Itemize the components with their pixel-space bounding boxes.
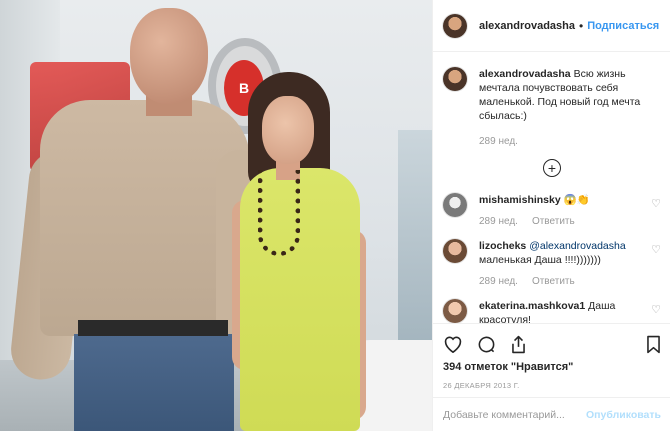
comment-item: ekaterina.mashkova1 Даша красотуля! ♡ bbox=[443, 299, 661, 323]
post-photo[interactable]: В bbox=[0, 0, 432, 431]
comment-like-icon[interactable]: ♡ bbox=[647, 243, 661, 289]
reply-button[interactable]: Ответить bbox=[532, 275, 575, 289]
post-comment-button[interactable]: Опубликовать bbox=[586, 409, 661, 421]
author-avatar[interactable] bbox=[443, 13, 467, 38]
load-more-comments-button[interactable]: + bbox=[443, 159, 661, 177]
follow-button[interactable]: Подписаться bbox=[587, 20, 659, 32]
comment-icon[interactable] bbox=[477, 335, 496, 354]
woman-necklace bbox=[258, 170, 300, 256]
caption-avatar[interactable] bbox=[443, 67, 467, 91]
comment-body: ekaterina.mashkova1 Даша красотуля! bbox=[479, 299, 641, 323]
comment-input[interactable] bbox=[443, 408, 587, 421]
comment-meta: 289 нед. Ответить bbox=[479, 275, 641, 289]
comment-time[interactable]: 289 нед. bbox=[479, 215, 518, 229]
comment-mention[interactable]: @alexandrovadasha bbox=[529, 240, 625, 252]
heart-icon[interactable] bbox=[443, 335, 463, 353]
post-actions: 394 отметок "Нравится" 26 ДЕКАБРЯ 2013 Г… bbox=[433, 323, 670, 390]
caption-meta: 289 нед. bbox=[479, 135, 661, 149]
post-sidebar: alexandrovadasha • Подписаться alexandro… bbox=[432, 0, 670, 431]
man-head bbox=[130, 8, 208, 104]
comment-avatar[interactable] bbox=[443, 239, 467, 263]
comments-list[interactable]: alexandrovadasha Всю жизнь мечтала почув… bbox=[433, 53, 670, 323]
background-window bbox=[398, 130, 432, 370]
caption-username[interactable]: alexandrovadasha bbox=[479, 68, 571, 80]
man-jeans bbox=[74, 334, 234, 431]
action-icons bbox=[443, 330, 661, 358]
comment-text: маленькая Даша !!!!))))))) bbox=[479, 254, 601, 266]
add-comment-bar: Опубликовать bbox=[433, 397, 670, 431]
comment-avatar[interactable] bbox=[443, 299, 467, 323]
reply-button[interactable]: Ответить bbox=[532, 215, 575, 229]
share-icon[interactable] bbox=[510, 335, 527, 354]
likes-count[interactable]: 394 отметок "Нравится" bbox=[443, 361, 661, 373]
comment-like-icon[interactable]: ♡ bbox=[647, 197, 661, 229]
plus-circle-icon[interactable]: + bbox=[543, 159, 561, 177]
comment-time[interactable]: 289 нед. bbox=[479, 275, 518, 289]
comment-item: lizocheks @alexandrovadasha маленькая Да… bbox=[443, 239, 661, 289]
man-belt bbox=[78, 320, 228, 336]
caption: alexandrovadasha Всю жизнь мечтала почув… bbox=[443, 67, 661, 149]
woman-face bbox=[262, 96, 314, 164]
post-header: alexandrovadasha • Подписаться bbox=[433, 0, 670, 52]
comment-avatar[interactable] bbox=[443, 193, 467, 217]
comment-body: lizocheks @alexandrovadasha маленькая Да… bbox=[479, 239, 641, 289]
header-separator: • bbox=[579, 18, 584, 33]
comment-body: mishamishinsky 😱👏 289 нед. Ответить bbox=[479, 193, 641, 229]
comment-item: mishamishinsky 😱👏 289 нед. Ответить ♡ bbox=[443, 193, 661, 229]
comment-text: 😱👏 bbox=[563, 194, 590, 206]
comment-like-icon[interactable]: ♡ bbox=[647, 303, 661, 323]
caption-time[interactable]: 289 нед. bbox=[479, 135, 518, 149]
comment-username[interactable]: mishamishinsky bbox=[479, 194, 561, 206]
comment-username[interactable]: ekaterina.mashkova1 bbox=[479, 300, 585, 312]
bookmark-icon[interactable] bbox=[646, 335, 661, 354]
post-date[interactable]: 26 ДЕКАБРЯ 2013 Г. bbox=[443, 381, 661, 390]
comment-username[interactable]: lizocheks bbox=[479, 240, 526, 252]
author-username[interactable]: alexandrovadasha bbox=[479, 20, 575, 32]
caption-body: alexandrovadasha Всю жизнь мечтала почув… bbox=[479, 67, 661, 149]
comment-meta: 289 нед. Ответить bbox=[479, 215, 641, 229]
